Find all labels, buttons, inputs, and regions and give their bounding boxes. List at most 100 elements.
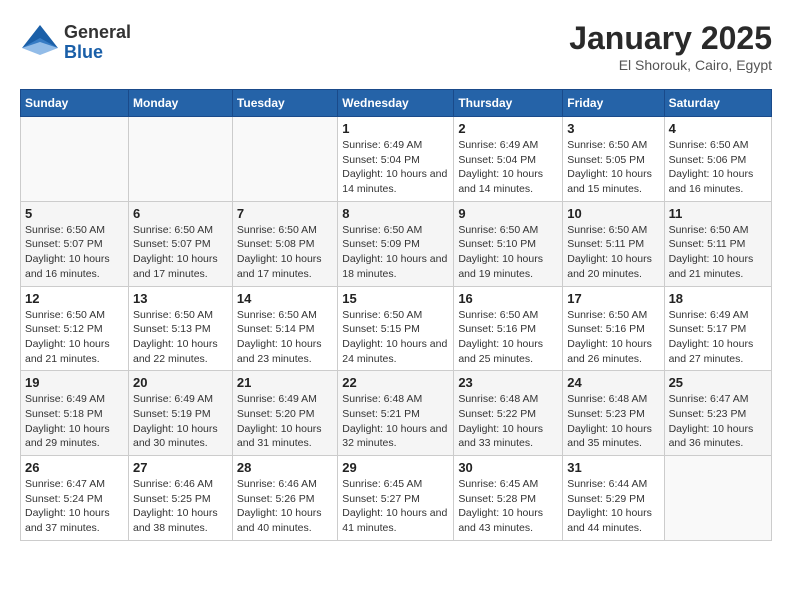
calendar-cell: 4Sunrise: 6:50 AMSunset: 5:06 PMDaylight…	[664, 117, 771, 202]
day-info: Sunrise: 6:50 AMSunset: 5:16 PMDaylight:…	[567, 308, 659, 367]
calendar-cell: 20 Sunrise: 6:49 AMSunset: 5:19 PMDayligh…	[129, 371, 233, 456]
day-number: 13	[133, 291, 228, 306]
day-info: Sunrise: 6:49 AMSunset: 5:18 PMDaylight:…	[25, 392, 124, 451]
day-info: Sunrise: 6:49 AMSunset: 5:19 PMDaylight:…	[133, 392, 228, 451]
day-of-week-header: Thursday	[454, 90, 563, 117]
day-number: 24	[567, 375, 659, 390]
calendar-cell: 17 Sunrise: 6:50 AMSunset: 5:16 PMDayligh…	[563, 286, 664, 371]
day-number: 28	[237, 460, 333, 475]
calendar-cell	[664, 456, 771, 541]
day-number: 23	[458, 375, 558, 390]
calendar-cell: 28 Sunrise: 6:46 AMSunset: 5:26 PMDayligh…	[232, 456, 337, 541]
calendar-cell: 6Sunrise: 6:50 AMSunset: 5:07 PMDaylight…	[129, 201, 233, 286]
day-info: Sunrise: 6:49 AMSunset: 5:20 PMDaylight:…	[237, 392, 333, 451]
calendar-cell: 2Sunrise: 6:49 AMSunset: 5:04 PMDaylight…	[454, 117, 563, 202]
calendar-cell: 23 Sunrise: 6:48 AMSunset: 5:22 PMDayligh…	[454, 371, 563, 456]
day-info: Sunrise: 6:50 AMSunset: 5:14 PMDaylight:…	[237, 308, 333, 367]
day-number: 8	[342, 206, 449, 221]
calendar-cell: 24 Sunrise: 6:48 AMSunset: 5:23 PMDayligh…	[563, 371, 664, 456]
calendar-cell: 26 Sunrise: 6:47 AMSunset: 5:24 PMDayligh…	[21, 456, 129, 541]
day-info: Sunrise: 6:46 AMSunset: 5:25 PMDaylight:…	[133, 477, 228, 536]
day-info: Sunrise: 6:45 AMSunset: 5:27 PMDaylight:…	[342, 477, 449, 536]
logo-blue-text: Blue	[64, 43, 131, 63]
calendar-cell: 10 Sunrise: 6:50 AMSunset: 5:11 PMDayligh…	[563, 201, 664, 286]
day-number: 12	[25, 291, 124, 306]
day-number: 14	[237, 291, 333, 306]
calendar-title-block: January 2025 El Shorouk, Cairo, Egypt	[569, 20, 772, 73]
day-info: Sunrise: 6:49 AMSunset: 5:17 PMDaylight:…	[669, 308, 767, 367]
day-number: 5	[25, 206, 124, 221]
calendar-cell: 7 Sunrise: 6:50 AMSunset: 5:08 PMDaylight…	[232, 201, 337, 286]
day-number: 21	[237, 375, 333, 390]
day-info: Sunrise: 6:48 AMSunset: 5:22 PMDaylight:…	[458, 392, 558, 451]
day-number: 20	[133, 375, 228, 390]
calendar-cell: 22Sunrise: 6:48 AMSunset: 5:21 PMDayligh…	[338, 371, 454, 456]
logo-general-text: General	[64, 23, 131, 43]
day-number: 7	[237, 206, 333, 221]
calendar-cell: 31 Sunrise: 6:44 AMSunset: 5:29 PMDayligh…	[563, 456, 664, 541]
day-number: 27	[133, 460, 228, 475]
day-number: 4	[669, 121, 767, 136]
calendar-cell: 27 Sunrise: 6:46 AMSunset: 5:25 PMDayligh…	[129, 456, 233, 541]
day-info: Sunrise: 6:50 AMSunset: 5:12 PMDaylight:…	[25, 308, 124, 367]
calendar-cell: 12 Sunrise: 6:50 AMSunset: 5:12 PMDayligh…	[21, 286, 129, 371]
day-number: 11	[669, 206, 767, 221]
day-number: 6	[133, 206, 228, 221]
calendar-cell: 30 Sunrise: 6:45 AMSunset: 5:28 PMDayligh…	[454, 456, 563, 541]
calendar-title: January 2025	[569, 20, 772, 57]
calendar-cell: 9 Sunrise: 6:50 AMSunset: 5:10 PMDaylight…	[454, 201, 563, 286]
calendar-week-row: 1 Sunrise: 6:49 AMSunset: 5:04 PMDaylight…	[21, 117, 772, 202]
day-info: Sunrise: 6:50 AMSunset: 5:09 PMDaylight:…	[342, 223, 449, 282]
day-info: Sunrise: 6:50 AMSunset: 5:08 PMDaylight:…	[237, 223, 333, 282]
day-info: Sunrise: 6:50 AMSunset: 5:07 PMDaylight:…	[25, 223, 124, 282]
day-number: 3	[567, 121, 659, 136]
calendar-subtitle: El Shorouk, Cairo, Egypt	[569, 57, 772, 73]
day-of-week-header: Sunday	[21, 90, 129, 117]
day-number: 29	[342, 460, 449, 475]
day-info: Sunrise: 6:50 AMSunset: 5:16 PMDaylight:…	[458, 308, 558, 367]
day-info: Sunrise: 6:50 AMSunset: 5:11 PMDaylight:…	[669, 223, 767, 282]
calendar-cell	[129, 117, 233, 202]
day-info: Sunrise: 6:48 AMSunset: 5:23 PMDaylight:…	[567, 392, 659, 451]
day-of-week-header: Friday	[563, 90, 664, 117]
day-info: Sunrise: 6:50 AMSunset: 5:13 PMDaylight:…	[133, 308, 228, 367]
calendar-week-row: 5 Sunrise: 6:50 AMSunset: 5:07 PMDaylight…	[21, 201, 772, 286]
day-info: Sunrise: 6:50 AMSunset: 5:11 PMDaylight:…	[567, 223, 659, 282]
day-number: 30	[458, 460, 558, 475]
page-header: General Blue January 2025 El Shorouk, Ca…	[20, 20, 772, 73]
logo-icon	[20, 20, 60, 65]
logo-text: General Blue	[64, 23, 131, 63]
calendar-cell	[21, 117, 129, 202]
day-number: 18	[669, 291, 767, 306]
calendar-cell: 16 Sunrise: 6:50 AMSunset: 5:16 PMDayligh…	[454, 286, 563, 371]
day-of-week-header: Saturday	[664, 90, 771, 117]
day-number: 16	[458, 291, 558, 306]
calendar-cell: 5 Sunrise: 6:50 AMSunset: 5:07 PMDaylight…	[21, 201, 129, 286]
day-number: 10	[567, 206, 659, 221]
day-of-week-header: Wednesday	[338, 90, 454, 117]
calendar-cell	[232, 117, 337, 202]
day-of-week-header: Tuesday	[232, 90, 337, 117]
day-info: Sunrise: 6:47 AMSunset: 5:23 PMDaylight:…	[669, 392, 767, 451]
day-info: Sunrise: 6:47 AMSunset: 5:24 PMDaylight:…	[25, 477, 124, 536]
calendar-cell: 15Sunrise: 6:50 AMSunset: 5:15 PMDayligh…	[338, 286, 454, 371]
day-info: Sunrise: 6:50 AMSunset: 5:10 PMDaylight:…	[458, 223, 558, 282]
calendar-cell: 21 Sunrise: 6:49 AMSunset: 5:20 PMDayligh…	[232, 371, 337, 456]
calendar-cell: 8 Sunrise: 6:50 AMSunset: 5:09 PMDaylight…	[338, 201, 454, 286]
day-number: 1	[342, 121, 449, 136]
day-number: 17	[567, 291, 659, 306]
calendar-week-row: 12 Sunrise: 6:50 AMSunset: 5:12 PMDayligh…	[21, 286, 772, 371]
day-info: Sunrise: 6:49 AMSunset: 5:04 PMDaylight:…	[342, 138, 449, 197]
day-number: 31	[567, 460, 659, 475]
calendar-cell: 19 Sunrise: 6:49 AMSunset: 5:18 PMDayligh…	[21, 371, 129, 456]
day-number: 22	[342, 375, 449, 390]
day-info: Sunrise: 6:45 AMSunset: 5:28 PMDaylight:…	[458, 477, 558, 536]
day-info: Sunrise: 6:46 AMSunset: 5:26 PMDaylight:…	[237, 477, 333, 536]
day-info: Sunrise: 6:44 AMSunset: 5:29 PMDaylight:…	[567, 477, 659, 536]
calendar-week-row: 26 Sunrise: 6:47 AMSunset: 5:24 PMDayligh…	[21, 456, 772, 541]
day-number: 19	[25, 375, 124, 390]
day-of-week-header: Monday	[129, 90, 233, 117]
calendar-cell: 25Sunrise: 6:47 AMSunset: 5:23 PMDayligh…	[664, 371, 771, 456]
day-number: 9	[458, 206, 558, 221]
day-number: 26	[25, 460, 124, 475]
